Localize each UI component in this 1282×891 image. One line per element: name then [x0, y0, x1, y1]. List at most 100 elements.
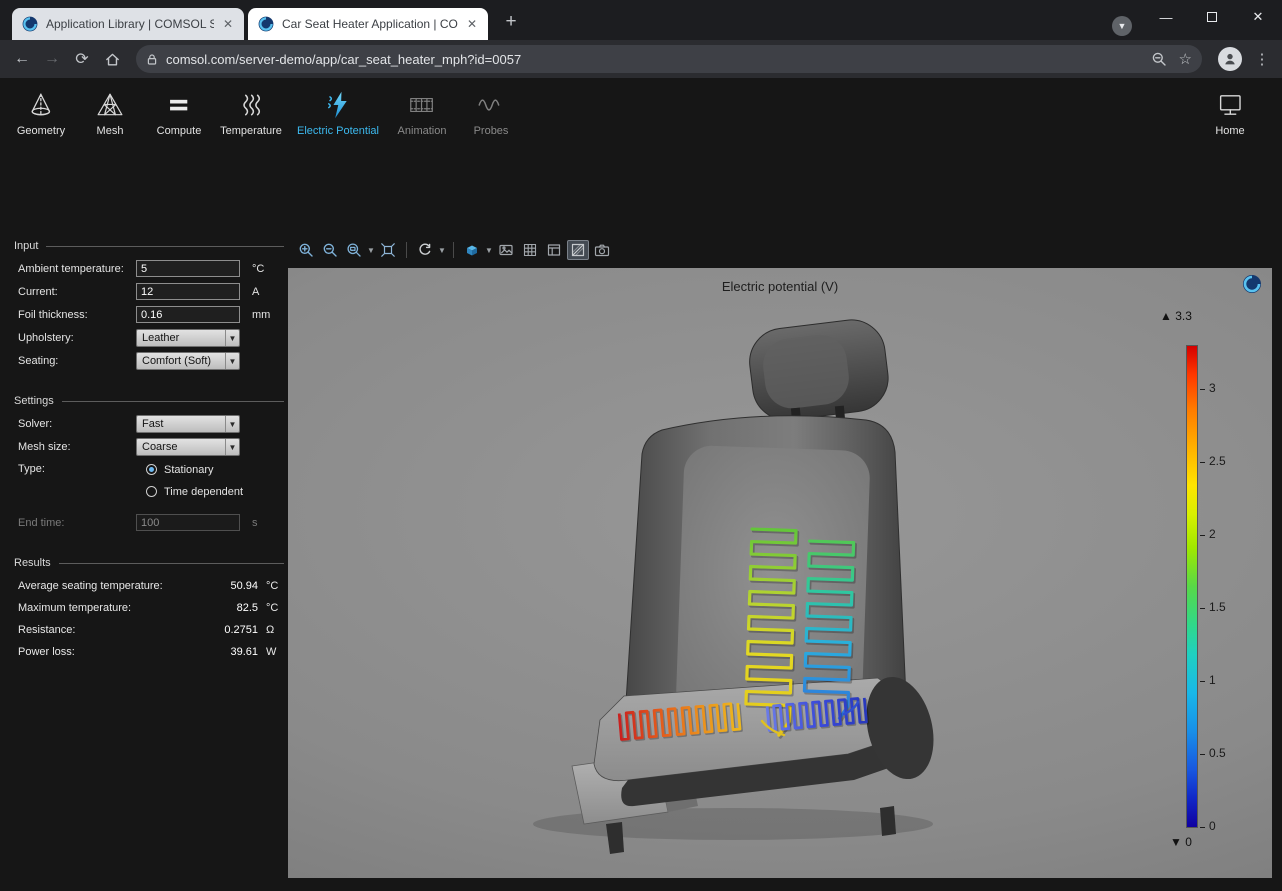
- forward-icon[interactable]: →: [38, 45, 66, 73]
- ambient-temperature-input[interactable]: [136, 260, 240, 277]
- profile-avatar[interactable]: [1218, 47, 1242, 71]
- mesh-size-select[interactable]: Coarse▼: [136, 438, 240, 456]
- section-header-settings: Settings: [0, 393, 288, 409]
- graphics-panel: ▼ ▼ ▼: [288, 232, 1282, 891]
- end-time-input: [136, 514, 240, 531]
- electric-potential-icon: [323, 88, 353, 122]
- geometry-icon: [27, 88, 55, 122]
- window-maximize-button[interactable]: [1189, 0, 1235, 34]
- field-row-seating: Seating: Comfort (Soft)▼: [0, 352, 288, 369]
- new-tab-button[interactable]: +: [498, 10, 524, 36]
- animation-icon: [408, 88, 436, 122]
- browser-window: Application Library | COMSOL Se ✕ Car Se…: [0, 0, 1282, 891]
- solver-select[interactable]: Fast▼: [136, 415, 240, 433]
- colorbar-tick: [1200, 389, 1205, 390]
- result-value: 0.2751: [196, 624, 258, 636]
- colorbar-tick: [1200, 608, 1205, 609]
- snapshot-icon[interactable]: [591, 240, 613, 260]
- upholstery-select[interactable]: Leather▼: [136, 329, 240, 347]
- colorbar-tick-label: 0.5: [1209, 746, 1226, 760]
- ribbon-item-mesh[interactable]: Mesh: [96, 88, 124, 137]
- field-label: Mesh size:: [18, 441, 136, 453]
- section-rule: [46, 246, 284, 247]
- ribbon-item-probes[interactable]: Probes: [474, 88, 509, 137]
- comsol-favicon: [258, 16, 274, 32]
- chevron-down-icon: ▼: [225, 439, 239, 455]
- result-row: Power loss: 39.61 W: [0, 643, 288, 660]
- environment-icon[interactable]: [495, 240, 517, 260]
- colorbar-tick: [1200, 754, 1205, 755]
- tab-application-library[interactable]: Application Library | COMSOL Se ✕: [12, 8, 244, 40]
- plot-canvas[interactable]: Electric potential (V): [288, 268, 1272, 878]
- transparency-toggle-icon[interactable]: [567, 240, 589, 260]
- radio-button-icon: [146, 486, 157, 497]
- ribbon-item-electric-potential[interactable]: Electric Potential: [297, 88, 379, 137]
- ribbon-item-animation[interactable]: Animation: [398, 88, 447, 137]
- view-orientation-icon[interactable]: [461, 240, 483, 260]
- result-row: Average seating temperature: 50.94 °C: [0, 577, 288, 594]
- zoom-in-icon[interactable]: [295, 240, 317, 260]
- current-input[interactable]: [136, 283, 240, 300]
- comsol-app: Geometry Mesh Compute Temperature: [0, 78, 1282, 891]
- ribbon-item-geometry[interactable]: Geometry: [17, 88, 65, 137]
- zoom-box-icon[interactable]: [343, 240, 365, 260]
- tab-close-icon[interactable]: ✕: [464, 16, 480, 32]
- rotate-view-icon[interactable]: [414, 240, 436, 260]
- zoom-box-caret-icon[interactable]: ▼: [367, 246, 375, 255]
- colorbar-tick-label: 0: [1209, 819, 1216, 833]
- address-bar[interactable]: comsol.com/server-demo/app/car_seat_heat…: [136, 45, 1202, 73]
- foil-thickness-input[interactable]: [136, 306, 240, 323]
- field-label: Solver:: [18, 418, 136, 430]
- result-value: 39.61: [196, 646, 258, 658]
- field-label: Current:: [18, 286, 136, 298]
- result-value: 82.5: [196, 602, 258, 614]
- radio-stationary[interactable]: Stationary: [146, 461, 288, 478]
- tab-car-seat-heater[interactable]: Car Seat Heater Application | CO ✕: [248, 8, 488, 40]
- colorbar-min-marker: ▼ 0: [1170, 835, 1192, 849]
- window-minimize-button[interactable]: —: [1143, 0, 1189, 34]
- toolbar-separator: [453, 242, 454, 258]
- tab-close-icon[interactable]: ✕: [220, 16, 236, 32]
- zoom-extents-icon[interactable]: [377, 240, 399, 260]
- plot-window-icon[interactable]: [543, 240, 565, 260]
- chevron-down-icon: ▼: [225, 416, 239, 432]
- rotate-view-caret-icon[interactable]: ▼: [438, 246, 446, 255]
- field-unit: s: [252, 517, 288, 529]
- field-label: Seating:: [18, 355, 136, 367]
- reload-icon[interactable]: ⟳: [68, 45, 96, 73]
- lock-icon: [146, 53, 158, 66]
- browser-menu-icon[interactable]: ⋮: [1250, 45, 1274, 73]
- grid-icon[interactable]: [519, 240, 541, 260]
- tab-title: Application Library | COMSOL Se: [46, 17, 214, 31]
- zoom-indicator-icon[interactable]: [1151, 51, 1167, 67]
- ribbon-item-temperature[interactable]: Temperature: [220, 88, 282, 137]
- input-panel: Input Ambient temperature: °C Current: A…: [0, 232, 288, 891]
- field-label: End time:: [18, 517, 136, 529]
- field-label: Upholstery:: [18, 332, 136, 344]
- bookmark-star-icon[interactable]: ☆: [1179, 50, 1192, 68]
- toolbar-separator: [406, 242, 407, 258]
- colorbar-tick: [1200, 462, 1205, 463]
- probes-icon: [477, 88, 505, 122]
- ribbon-item-compute[interactable]: Compute: [157, 88, 202, 137]
- result-unit: °C: [258, 602, 288, 614]
- type-radio-group: Stationary Time dependent: [136, 461, 288, 500]
- colorbar-tick-label: 1.5: [1209, 600, 1226, 614]
- colorbar-max-marker: ▲ 3.3: [1160, 309, 1192, 323]
- field-row-mesh-size: Mesh size: Coarse▼: [0, 438, 288, 455]
- section-rule: [59, 563, 284, 564]
- colorbar-tick-label: 2: [1209, 527, 1216, 541]
- zoom-out-icon[interactable]: [319, 240, 341, 260]
- car-seat-model: [288, 268, 1272, 878]
- back-icon[interactable]: ←: [8, 45, 36, 73]
- url-text: comsol.com/server-demo/app/car_seat_heat…: [166, 52, 1151, 67]
- seat-headrest: [746, 316, 892, 424]
- chrome-update-icon[interactable]: ▼: [1112, 16, 1132, 36]
- home-icon[interactable]: [98, 45, 126, 73]
- field-unit: mm: [252, 309, 288, 321]
- ribbon-item-home[interactable]: Home: [1215, 88, 1244, 137]
- window-close-button[interactable]: ✕: [1235, 0, 1281, 34]
- view-orientation-caret-icon[interactable]: ▼: [485, 246, 493, 255]
- seating-select[interactable]: Comfort (Soft)▼: [136, 352, 240, 370]
- radio-time-dependent[interactable]: Time dependent: [146, 483, 288, 500]
